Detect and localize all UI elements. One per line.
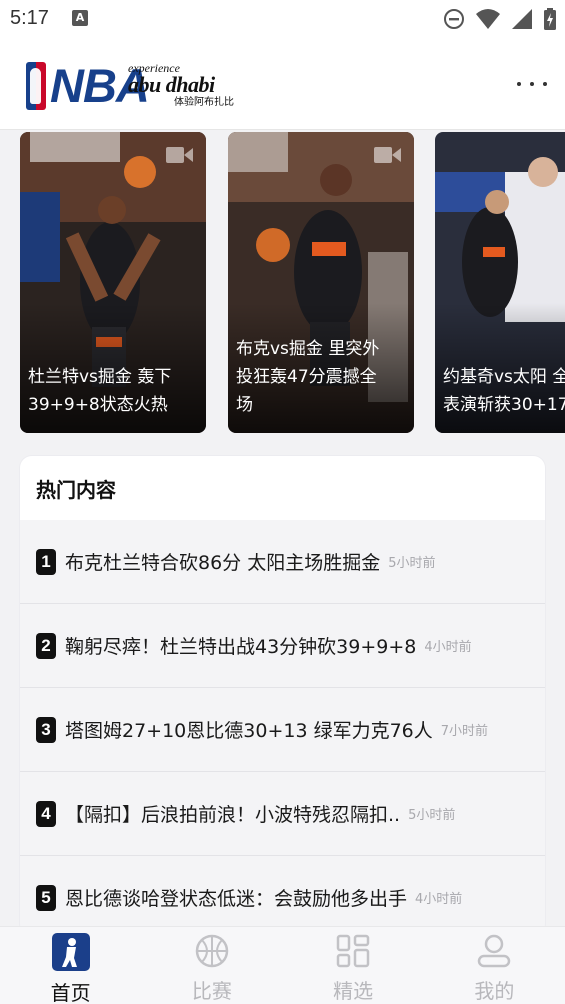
status-bar: 5:17 A: [0, 0, 565, 40]
hot-content-panel: 热门内容 1 布克杜兰特合砍86分 太阳主场胜掘金 5小时前 2 鞠躬尽瘁！杜兰…: [20, 456, 545, 936]
rank-badge: 3: [36, 716, 56, 743]
carousel-card[interactable]: 约基奇vs太阳 全 表演斩获30+17: [435, 132, 565, 433]
signal-icon: [512, 9, 532, 29]
nav-featured[interactable]: 精选: [283, 927, 424, 1004]
nba-logo-mark: [26, 62, 46, 110]
notification-icon: A: [72, 10, 88, 26]
video-icon: [166, 147, 193, 163]
hot-content-title: 热门内容: [36, 477, 116, 502]
hot-content-header: 热门内容: [20, 456, 545, 520]
hot-item-title: 布克杜兰特合砍86分 太阳主场胜掘金: [65, 552, 381, 574]
status-time: 5:17: [10, 7, 49, 29]
wifi-icon: [476, 9, 500, 29]
rank-badge: 1: [36, 548, 56, 575]
hot-item-title: 塔图姆27+10恩比德30+13 绿军力克76人: [65, 720, 433, 742]
carousel-card[interactable]: 布克vs掘金 里突外 投狂轰47分震撼全 场: [228, 132, 414, 433]
sponsor-line2: abu dhabi: [128, 72, 215, 97]
rank-badge: 2: [36, 632, 56, 659]
hot-item-time: 5小时前: [388, 556, 436, 571]
hot-item-time: 7小时前: [440, 724, 489, 739]
nav-label: 首页: [50, 981, 91, 1004]
rank-badge: 4: [36, 800, 56, 827]
hot-item-title: 【隔扣】后浪拍前浪！小波特残忍隔扣..: [65, 804, 401, 826]
nav-games[interactable]: 比赛: [141, 927, 282, 1004]
hot-item[interactable]: 2 鞠躬尽瘁！杜兰特出战43分钟砍39+9+8 4小时前: [20, 604, 545, 688]
basketball-icon: [193, 933, 231, 969]
hot-item[interactable]: 5 恩比德谈哈登状态低迷：会鼓励他多出手 4小时前: [20, 856, 545, 936]
app-header: NBA experience abu dhabi 体验阿布扎比: [0, 40, 565, 130]
bottom-nav: 首页 比赛 精选 我的: [0, 926, 565, 1004]
nav-profile[interactable]: 我的: [424, 927, 565, 1004]
hot-item-time: 4小时前: [415, 892, 463, 907]
card-title: 杜兰特vs掘金 轰下 39+9+8状态火热: [28, 367, 172, 415]
video-carousel[interactable]: 杜兰特vs掘金 轰下 39+9+8状态火热 布克vs掘金 里突外 投狂轰47分震…: [0, 130, 565, 435]
user-icon: [475, 933, 513, 969]
hot-item-title: 恩比德谈哈登状态低迷：会鼓励他多出手: [65, 888, 408, 910]
do-not-disturb-icon: [444, 9, 464, 29]
nav-home[interactable]: 首页: [0, 927, 141, 1004]
sponsor-line3: 体验阿布扎比: [174, 97, 234, 108]
hot-item-time: 5小时前: [408, 808, 456, 823]
hot-item-title: 鞠躬尽瘁！杜兰特出战43分钟砍39+9+8: [65, 636, 417, 658]
status-icons: [443, 8, 557, 30]
nav-label: 比赛: [191, 979, 232, 1003]
grid-icon: [334, 933, 372, 969]
home-nba-icon: [51, 933, 90, 971]
card-title: 约基奇vs太阳 全 表演斩获30+17: [443, 367, 565, 415]
nav-label: 我的: [474, 979, 515, 1003]
more-horizontal-icon[interactable]: [517, 74, 547, 94]
video-icon: [374, 147, 401, 163]
carousel-card[interactable]: 杜兰特vs掘金 轰下 39+9+8状态火热: [20, 132, 206, 433]
battery-charging-icon: [544, 8, 556, 30]
hot-item[interactable]: 3 塔图姆27+10恩比德30+13 绿军力克76人 7小时前: [20, 688, 545, 772]
hot-item-time: 4小时前: [424, 640, 472, 655]
sponsor-logo: experience abu dhabi 体验阿布扎比: [128, 62, 248, 110]
card-title: 布克vs掘金 里突外 投狂轰47分震撼全 场: [236, 339, 380, 415]
nav-label: 精选: [333, 979, 374, 1003]
rank-badge: 5: [36, 884, 56, 911]
hot-item[interactable]: 1 布克杜兰特合砍86分 太阳主场胜掘金 5小时前: [20, 520, 545, 604]
hot-item[interactable]: 4 【隔扣】后浪拍前浪！小波特残忍隔扣.. 5小时前: [20, 772, 545, 856]
